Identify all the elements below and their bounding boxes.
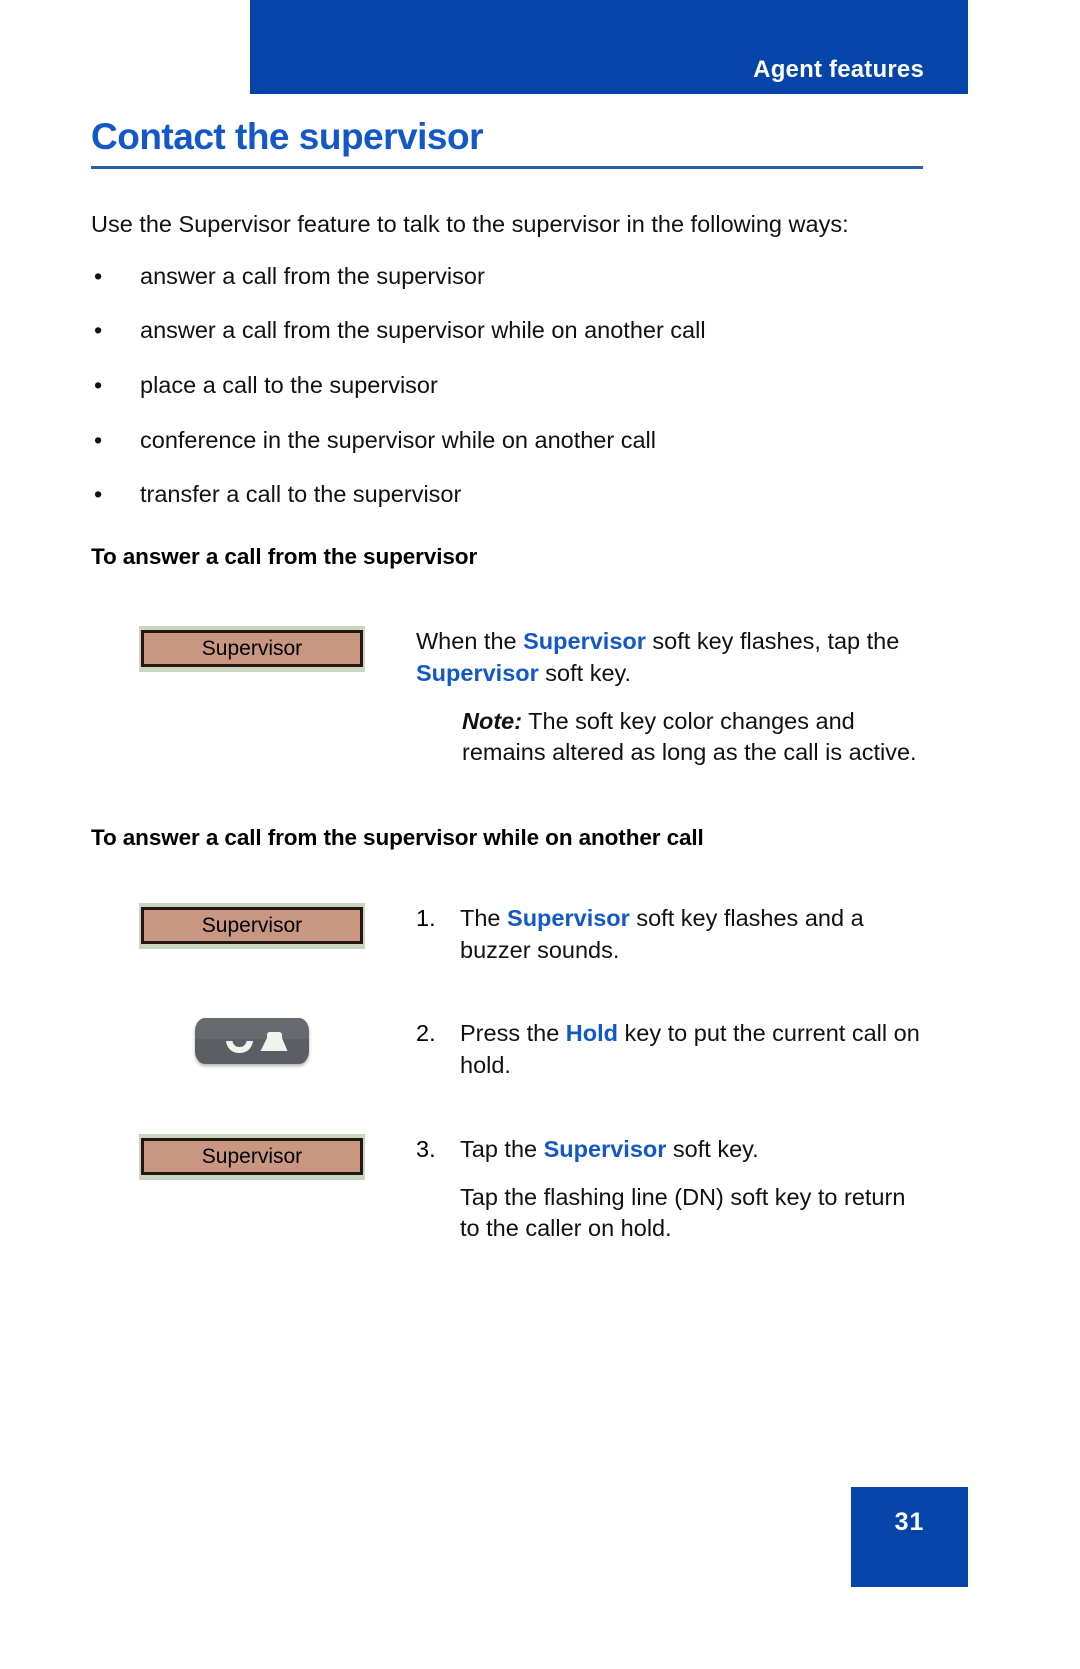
supervisor-softkey-face: Supervisor (141, 630, 363, 668)
title-divider (91, 165, 923, 169)
bullet-icon: • (94, 481, 103, 508)
supervisor-softkey-face: Supervisor (141, 1137, 363, 1175)
supervisor-softkey-graphic: Supervisor (139, 903, 365, 950)
bullet-icon: • (94, 317, 103, 344)
note-block: Note: The soft key color changes and rem… (416, 706, 931, 769)
keyword-supervisor: Supervisor (507, 905, 630, 932)
instruction-text-pre: Tap the (460, 1135, 544, 1162)
procedure-instruction-extra: Tap the flashing line (DN) soft key to r… (460, 1183, 906, 1242)
procedure-instruction: Tap the Supervisor soft key. (416, 1134, 931, 1166)
list-item: • conference in the supervisor while on … (91, 425, 931, 457)
intro-paragraph: Use the Supervisor feature to talk to th… (91, 210, 849, 237)
page-number-box: 31 (851, 1487, 968, 1587)
list-item-label: answer a call from the supervisor while … (140, 317, 706, 344)
feature-bullet-list: • answer a call from the supervisor • an… (91, 261, 931, 512)
page-number: 31 (894, 1508, 925, 1536)
page-title: Contact the supervisor (91, 116, 483, 157)
instruction-text-post: soft key. (666, 1135, 759, 1162)
holdkey-wrapper (139, 1018, 365, 1065)
list-item: • answer a call from the supervisor whil… (91, 315, 931, 347)
document-page: Agent features Contact the supervisor Us… (0, 0, 1080, 1669)
page-header-banner: Agent features (250, 0, 968, 94)
procedure-row-answer-call: Supervisor When the Supervisor soft key … (91, 626, 931, 769)
softkey-illustration: Supervisor (139, 626, 369, 673)
section-heading-answer-while-on-call: To answer a call from the supervisor whi… (91, 825, 704, 851)
procedure-text-block: 2. Press the Hold key to put the current… (416, 1018, 931, 1081)
header-chapter-title: Agent features (753, 56, 924, 83)
holdkey-illustration (139, 1018, 369, 1065)
softkey-illustration: Supervisor (139, 903, 369, 950)
instruction-text-pre: When the (416, 628, 524, 655)
keyword-supervisor: Supervisor (523, 628, 646, 655)
procedure-text-block: When the Supervisor soft key flashes, ta… (416, 626, 931, 769)
supervisor-softkey-graphic: Supervisor (139, 1133, 365, 1180)
list-item-label: place a call to the supervisor (140, 372, 438, 398)
supervisor-softkey-face: Supervisor (141, 907, 363, 945)
step-number: 1. (416, 905, 436, 932)
keyword-supervisor: Supervisor (416, 659, 539, 686)
section-heading-answer-call: To answer a call from the supervisor (91, 544, 478, 570)
procedure-instruction: Press the Hold key to put the current ca… (416, 1018, 931, 1081)
page-content: Contact the supervisor Use the Superviso… (91, 116, 931, 1245)
list-item-label: transfer a call to the supervisor (140, 481, 462, 508)
holdkey-glyphs (226, 1032, 288, 1054)
procedure-step-1: Supervisor 1. The Supervisor soft key fl… (91, 903, 931, 966)
instruction-text-mid: soft key flashes, tap the (645, 628, 900, 655)
hold-key-icon (195, 1018, 309, 1065)
procedure-instruction: The Supervisor soft key flashes and a bu… (416, 903, 931, 966)
bullet-icon: • (94, 372, 103, 398)
list-item: • answer a call from the supervisor (91, 261, 931, 293)
list-item-label: conference in the supervisor while on an… (140, 426, 656, 453)
note-label: Note: (462, 707, 523, 734)
softkey-illustration: Supervisor (139, 1133, 369, 1180)
supervisor-softkey-graphic: Supervisor (139, 626, 365, 673)
instruction-text-pre: The (460, 905, 508, 932)
step-number: 3. (416, 1135, 436, 1162)
procedure-instruction: When the Supervisor soft key flashes, ta… (416, 626, 931, 689)
supervisor-softkey-label: Supervisor (201, 637, 303, 661)
step-number: 2. (416, 1020, 436, 1047)
list-item: • transfer a call to the supervisor (91, 479, 931, 511)
supervisor-softkey-label: Supervisor (201, 1144, 303, 1168)
instruction-text-post: soft key. (538, 659, 632, 686)
procedure-step-3: Supervisor 3. Tap the Supervisor soft ke… (91, 1133, 931, 1245)
bullet-icon: • (94, 426, 103, 453)
bullet-icon: • (94, 262, 103, 289)
list-item: • place a call to the supervisor (91, 370, 931, 402)
keyword-hold: Hold (565, 1020, 619, 1047)
procedure-step-2: 2. Press the Hold key to put the current… (91, 1018, 931, 1081)
list-item-label: answer a call from the supervisor (140, 262, 485, 289)
procedure-text-block: 3. Tap the Supervisor soft key. Tap the … (416, 1134, 931, 1245)
instruction-text-pre: Press the (460, 1020, 566, 1047)
procedure-text-block: 1. The Supervisor soft key flashes and a… (416, 903, 931, 966)
keyword-supervisor: Supervisor (543, 1135, 667, 1162)
supervisor-softkey-label: Supervisor (201, 914, 303, 938)
note-text: The soft key color changes and remains a… (462, 707, 917, 766)
